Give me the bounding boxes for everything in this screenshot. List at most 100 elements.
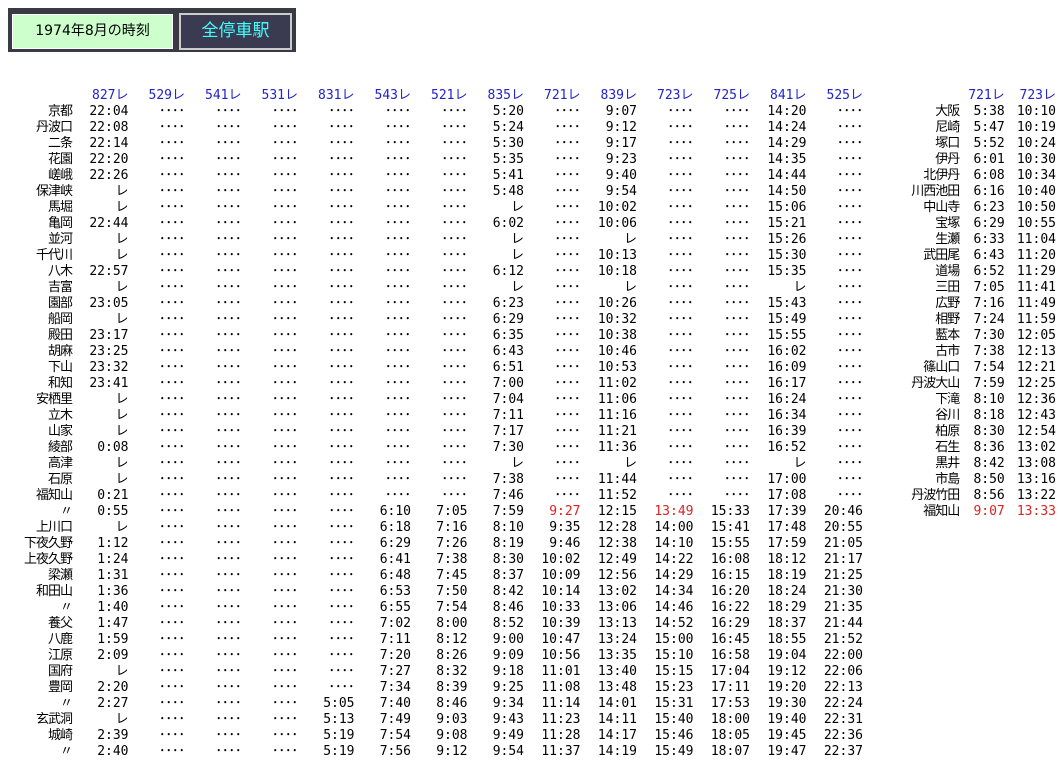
table-row: 〃 2:40 ････ ････ ････ 5:19 7:56 9:12 9:54 11:37 14… — [0, 744, 867, 760]
time-cell: ････ — [837, 312, 863, 327]
time-cell: 15:41 — [710, 520, 750, 535]
time-cell: 11:21 — [597, 424, 637, 439]
time-cell: ････ — [272, 152, 298, 167]
time-cell: 13:48 — [597, 680, 637, 695]
time-cell: 5:24 — [492, 120, 524, 135]
train-number: 725レ — [713, 88, 750, 103]
time-cell: ････ — [272, 264, 298, 279]
time-cell: ････ — [272, 232, 298, 247]
time-cell: 9:00 — [492, 632, 524, 647]
time-cell: ････ — [724, 376, 750, 391]
time-cell: レ — [115, 232, 129, 247]
time-cell: ････ — [554, 360, 581, 375]
table-row: 花園 22:20 ････ ････ ････ ････ ････ ････ 5:35 ････ 9… — [0, 152, 867, 168]
time-cell: ････ — [667, 136, 694, 151]
station-name: 下滝 — [935, 392, 960, 407]
time-cell: レ — [510, 456, 524, 471]
time-cell: レ — [115, 280, 129, 295]
time-cell: 6:10 — [379, 504, 411, 519]
time-cell: ････ — [215, 376, 242, 391]
time-cell: 5:41 — [492, 168, 524, 183]
time-cell: ････ — [441, 248, 468, 263]
time-cell: レ — [623, 456, 637, 471]
station-name: 和田山 — [35, 584, 73, 599]
time-cell: 7:49 — [379, 712, 411, 727]
time-cell: ････ — [724, 120, 750, 135]
time-cell: 5:20 — [492, 104, 524, 119]
time-cell: ････ — [385, 184, 411, 199]
time-cell: ････ — [724, 104, 750, 119]
time-cell: ････ — [328, 616, 355, 631]
station-name: 市島 — [935, 472, 960, 487]
table-row: 綾部 0:08 ････ ････ ････ ････ ････ ････ 7:30 ････ 11… — [0, 440, 867, 456]
time-cell: 21:17 — [823, 552, 863, 567]
time-cell: ････ — [215, 536, 242, 551]
time-cell: 9:18 — [492, 664, 524, 679]
time-cell: ････ — [724, 312, 750, 327]
time-cell: ････ — [667, 104, 694, 119]
time-cell: ････ — [272, 584, 298, 599]
time-cell: ････ — [554, 472, 581, 487]
train-number: 531レ — [261, 88, 298, 103]
time-cell: ････ — [272, 168, 298, 183]
table-row: 福知山 9:07 13:33 — [862, 504, 1060, 520]
time-cell: ････ — [328, 456, 355, 471]
time-cell: ････ — [272, 344, 298, 359]
time-cell: ････ — [385, 472, 411, 487]
time-cell: 15:49 — [767, 312, 807, 327]
time-cell: ････ — [215, 456, 242, 471]
time-cell: ････ — [159, 456, 185, 471]
time-cell: ････ — [328, 136, 355, 151]
time-cell: ････ — [837, 472, 863, 487]
time-cell: ････ — [159, 472, 185, 487]
station-name: 相野 — [935, 312, 960, 327]
time-cell: ････ — [441, 312, 468, 327]
station-name: 大阪 — [935, 104, 960, 119]
time-cell: 11:04 — [1016, 232, 1056, 247]
time-cell: ････ — [667, 408, 694, 423]
station-name: 安栖里 — [35, 392, 73, 407]
time-cell: 9:43 — [492, 712, 524, 727]
time-cell: ････ — [554, 280, 581, 295]
time-cell: 19:30 — [767, 696, 807, 711]
time-cell: レ — [115, 520, 129, 535]
time-cell: 5:38 — [973, 104, 1005, 119]
table-row: 石生 8:36 13:02 — [862, 440, 1060, 456]
time-cell: ････ — [724, 168, 750, 183]
time-cell: ････ — [215, 264, 242, 279]
table-row: 梁瀬 1:31 ････ ････ ････ ････ 6:48 7:45 8:37 10:09 1… — [0, 568, 867, 584]
table-row: 福知山 0:21 ････ ････ ････ ････ ････ ････ 7:46 ････ 1… — [0, 488, 867, 504]
time-cell: 10:26 — [597, 296, 637, 311]
time-cell: 10:24 — [1016, 136, 1056, 151]
time-cell: ････ — [554, 168, 581, 183]
time-cell: 22:26 — [89, 168, 129, 183]
time-cell: 16:20 — [710, 584, 750, 599]
time-cell: 19:45 — [767, 728, 807, 743]
time-cell: ････ — [554, 136, 581, 151]
table-row: 豊岡 2:20 ････ ････ ････ ････ 7:34 8:39 9:25 11:08 1… — [0, 680, 867, 696]
time-cell: ････ — [328, 360, 355, 375]
time-cell: ････ — [215, 280, 242, 295]
time-cell: 7:54 — [379, 728, 411, 743]
time-cell: 8:10 — [492, 520, 524, 535]
time-cell: 15:21 — [767, 216, 807, 231]
time-cell: 7:05 — [436, 504, 468, 519]
time-cell: ････ — [328, 200, 355, 215]
time-cell: ････ — [441, 328, 468, 343]
time-cell: 1:40 — [97, 600, 129, 615]
station-name: 八木 — [47, 264, 73, 279]
time-cell: ････ — [667, 440, 694, 455]
time-cell: ････ — [272, 328, 298, 343]
time-cell: ････ — [837, 296, 863, 311]
time-cell: 8:18 — [973, 408, 1005, 423]
table-row: 三田 7:05 11:41 — [862, 280, 1060, 296]
time-cell: 10:38 — [597, 328, 637, 343]
time-cell: ････ — [724, 248, 750, 263]
time-cell: レ — [793, 456, 807, 471]
time-cell: ････ — [724, 344, 750, 359]
station-name: 殿田 — [47, 328, 73, 343]
time-cell: 16:24 — [767, 392, 807, 407]
train-number: 835レ — [487, 88, 524, 103]
time-cell: ････ — [667, 376, 694, 391]
time-cell: ････ — [724, 232, 750, 247]
